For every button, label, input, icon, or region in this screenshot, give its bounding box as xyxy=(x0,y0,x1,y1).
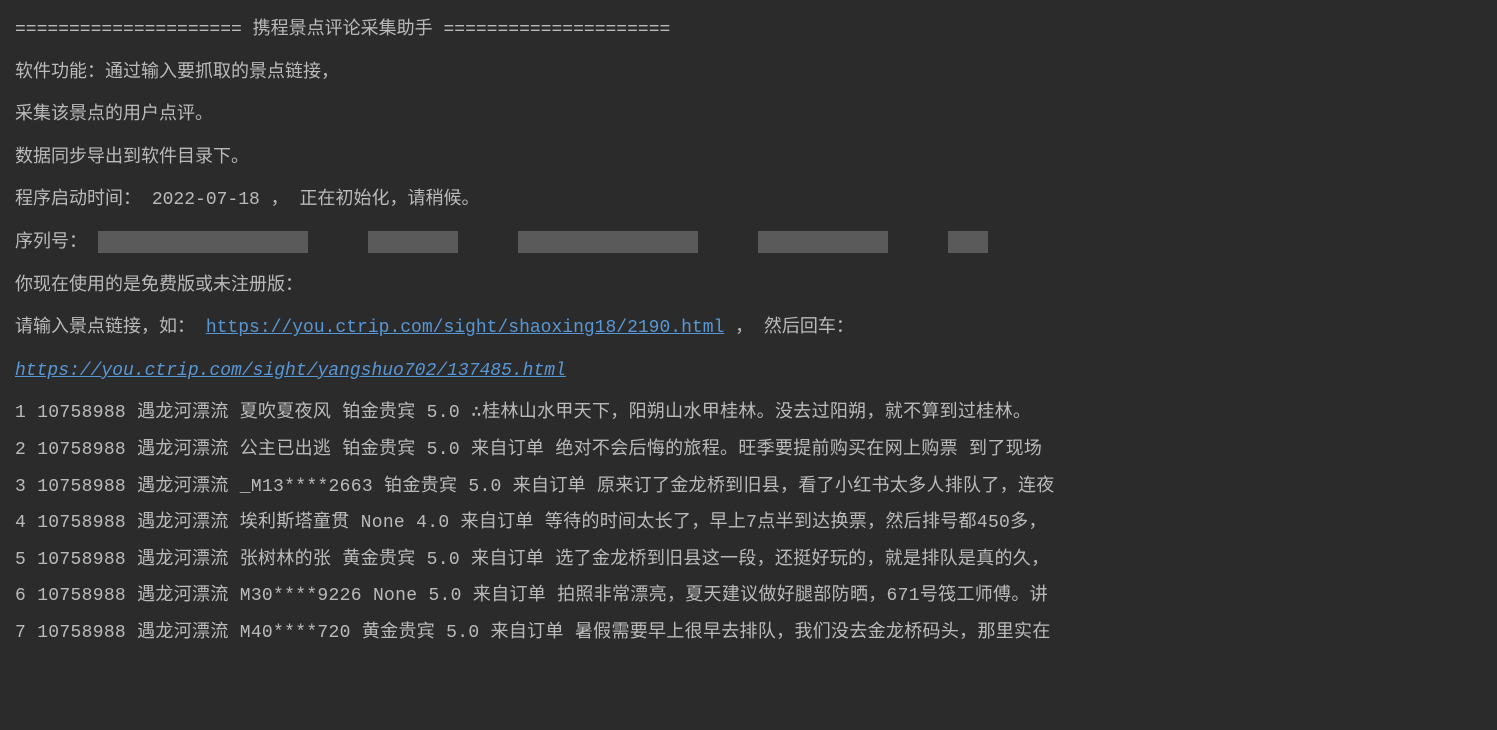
app-title: 携程景点评论采集助手 xyxy=(253,20,433,40)
entered-url-link[interactable]: https://you.ctrip.com/sight/yangshuo702/… xyxy=(15,361,566,381)
intro-line-2: 采集该景点的用户点评。 xyxy=(15,100,1482,131)
data-row: 1 10758988 遇龙河漂流 夏吹夏夜风 铂金贵宾 5.0 ∴桂林山水甲天下… xyxy=(15,398,1482,429)
serial-redacted xyxy=(98,231,988,253)
version-notice: 你现在使用的是免费版或未注册版： xyxy=(15,271,1482,302)
intro-line-3: 数据同步导出到软件目录下。 xyxy=(15,143,1482,174)
intro-line-1: 软件功能：通过输入要抓取的景点链接， xyxy=(15,58,1482,89)
startup-time-suffix: ， 正在初始化，请稍候。 xyxy=(271,190,480,210)
data-row: 2 10758988 遇龙河漂流 公主已出逃 铂金贵宾 5.0 来自订单 绝对不… xyxy=(15,435,1482,466)
data-row: 6 10758988 遇龙河漂流 M30****9226 None 5.0 来自… xyxy=(15,581,1482,612)
input-prompt-suffix: ， 然后回车： xyxy=(735,318,854,338)
serial-line: 序列号： xyxy=(15,228,1482,259)
separator-left: ===================== xyxy=(15,20,242,40)
startup-time-value: 2022-07-18 xyxy=(152,190,260,210)
input-prompt-prefix: 请输入景点链接，如： xyxy=(15,318,195,338)
serial-label: 序列号： xyxy=(15,233,87,253)
data-row: 7 10758988 遇龙河漂流 M40****720 黄金贵宾 5.0 来自订… xyxy=(15,618,1482,649)
user-input-line: https://you.ctrip.com/sight/yangshuo702/… xyxy=(15,356,1482,387)
data-row: 3 10758988 遇龙河漂流 _M13****2663 铂金贵宾 5.0 来… xyxy=(15,472,1482,503)
data-rows-container: 1 10758988 遇龙河漂流 夏吹夏夜风 铂金贵宾 5.0 ∴桂林山水甲天下… xyxy=(15,398,1482,648)
startup-time-label: 程序启动时间： xyxy=(15,190,141,210)
input-prompt-line: 请输入景点链接，如： https://you.ctrip.com/sight/s… xyxy=(15,313,1482,344)
separator-right: ===================== xyxy=(443,20,670,40)
data-row: 4 10758988 遇龙河漂流 埃利斯塔童贯 None 4.0 来自订单 等待… xyxy=(15,508,1482,539)
data-row: 5 10758988 遇龙河漂流 张树林的张 黄金贵宾 5.0 来自订单 选了金… xyxy=(15,545,1482,576)
example-url-link[interactable]: https://you.ctrip.com/sight/shaoxing18/2… xyxy=(206,318,724,338)
startup-time-line: 程序启动时间： 2022-07-18 ， 正在初始化，请稍候。 xyxy=(15,185,1482,216)
app-title-line: ===================== 携程景点评论采集助手 =======… xyxy=(15,15,1482,46)
